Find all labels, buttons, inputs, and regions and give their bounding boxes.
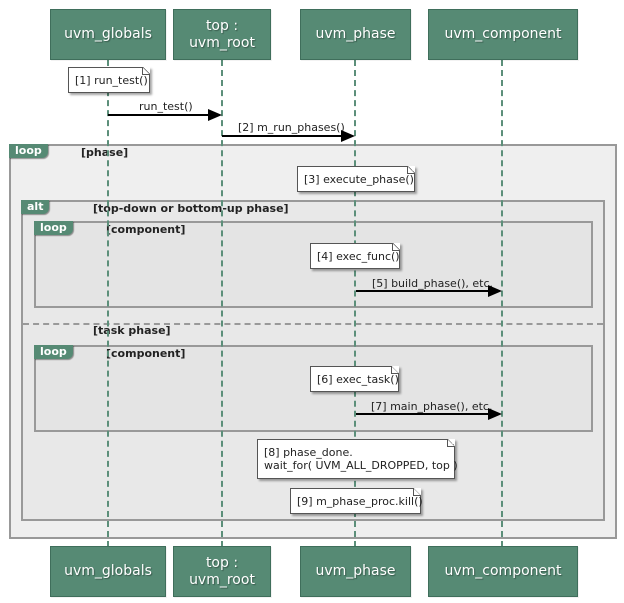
- message-line: [356, 413, 489, 415]
- message-label: [2] m_run_phases(): [238, 121, 345, 134]
- participant-top-uvm-root-top: top : uvm_root: [173, 9, 271, 60]
- arrowhead-icon: [488, 408, 502, 420]
- note-run-test: [1] run_test(): [68, 67, 150, 93]
- lifeline-uvm-globals: [107, 60, 109, 547]
- message-label: [7] main_phase(), etc.: [371, 400, 493, 413]
- participant-uvm-phase-bottom: uvm_phase: [300, 546, 411, 597]
- loop-frame-tag: loop: [9, 144, 48, 158]
- alt-frame-tag: alt: [21, 200, 50, 214]
- message-label: [5] build_phase(), etc.: [372, 277, 494, 290]
- arrowhead-icon: [208, 109, 222, 121]
- message-label: run_test(): [139, 100, 193, 113]
- message-line: [108, 114, 208, 116]
- message-line: [356, 290, 489, 292]
- participant-top-uvm-root-bottom: top : uvm_root: [173, 546, 271, 597]
- message-line: [222, 135, 342, 137]
- participant-uvm-globals-bottom: uvm_globals: [50, 546, 166, 597]
- participant-uvm-component-top: uvm_component: [428, 9, 578, 60]
- note-exec-task: [6] exec_task(): [310, 366, 399, 392]
- note-execute-phase: [3] execute_phase(): [297, 166, 415, 192]
- participant-uvm-phase-top: uvm_phase: [300, 9, 411, 60]
- participant-uvm-globals-top: uvm_globals: [50, 9, 166, 60]
- lifeline-top-uvm-root: [221, 60, 223, 547]
- loop-frame-guard: [phase]: [81, 146, 129, 159]
- loop-frame-guard: [component]: [106, 223, 186, 236]
- note-phase-proc-kill: [9] m_phase_proc.kill(): [290, 488, 423, 514]
- alt-else-guard: [task phase]: [93, 324, 171, 337]
- loop-frame-tag: loop: [34, 221, 73, 235]
- loop-frame-guard: [component]: [106, 347, 186, 360]
- note-phase-done: [8] phase_done. wait_for( UVM_ALL_DROPPE…: [257, 439, 458, 479]
- arrowhead-icon: [341, 130, 355, 142]
- alt-frame-guard: [top-down or bottom-up phase]: [93, 202, 289, 215]
- loop-frame-tag: loop: [34, 345, 73, 359]
- alt-else-divider: [23, 323, 603, 325]
- lifeline-uvm-component: [501, 60, 503, 547]
- participant-uvm-component-bottom: uvm_component: [428, 546, 578, 597]
- arrowhead-icon: [488, 285, 502, 297]
- note-exec-func: [4] exec_func(): [310, 243, 400, 269]
